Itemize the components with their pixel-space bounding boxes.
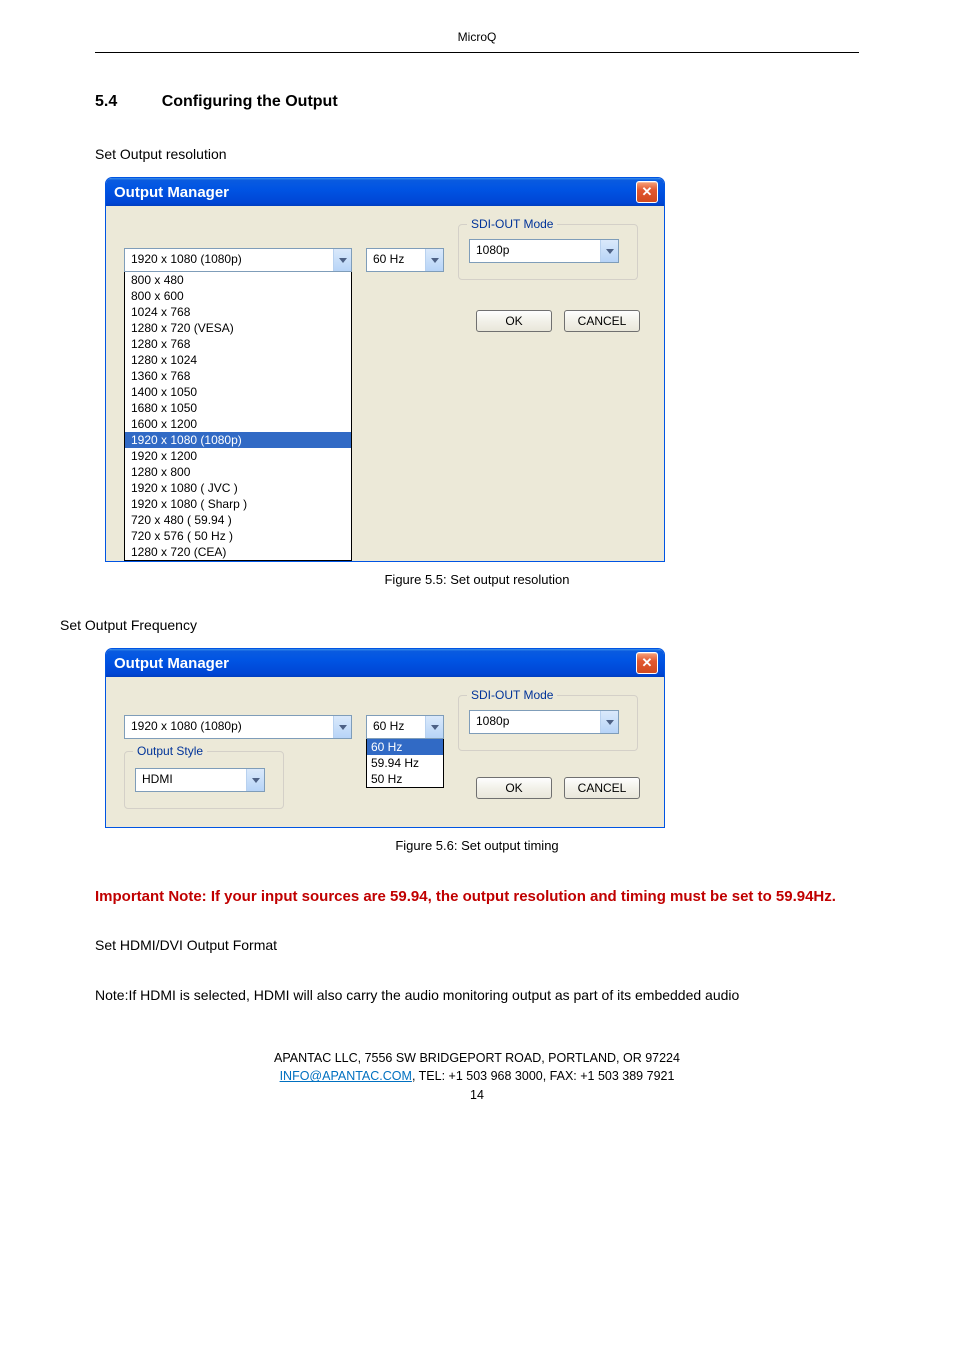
resolution-option[interactable]: 800 x 600 — [125, 288, 351, 304]
resolution-combo[interactable]: 1920 x 1080 (1080p) — [124, 715, 352, 739]
set-resolution-text: Set Output resolution — [95, 146, 859, 162]
cancel-button[interactable]: CANCEL — [564, 777, 640, 799]
frequency-value: 60 Hz — [367, 249, 425, 271]
chevron-down-icon — [600, 711, 618, 733]
chevron-down-icon — [246, 769, 264, 791]
chevron-down-icon — [333, 249, 351, 271]
footer-contact: , TEL: +1 503 968 3000, FAX: +1 503 389 … — [412, 1069, 674, 1083]
close-button[interactable]: ✕ — [636, 181, 658, 203]
resolution-option[interactable]: 1920 x 1080 ( JVC ) — [125, 480, 351, 496]
sdi-out-label: SDI-OUT Mode — [467, 688, 557, 702]
sdi-mode-value: 1080p — [470, 711, 600, 733]
close-icon: ✕ — [642, 655, 653, 671]
resolution-option[interactable]: 1600 x 1200 — [125, 416, 351, 432]
resolution-option[interactable]: 1280 x 768 — [125, 336, 351, 352]
output-style-label: Output Style — [133, 744, 207, 758]
chevron-down-icon — [600, 240, 618, 262]
page-number: 14 — [95, 1086, 859, 1105]
sdi-out-fieldset: SDI-OUT Mode 1080p — [458, 224, 638, 280]
output-style-fieldset: Output Style HDMI — [124, 751, 284, 809]
section-heading: 5.4 Configuring the Output — [95, 93, 859, 111]
important-note: Important Note: If your input sources ar… — [95, 883, 859, 912]
dialog-title: Output Manager — [114, 655, 229, 672]
sdi-mode-combo[interactable]: 1080p — [469, 710, 619, 734]
chevron-down-icon — [425, 249, 443, 271]
resolution-option[interactable]: 1920 x 1080 ( Sharp ) — [125, 496, 351, 512]
sdi-mode-combo[interactable]: 1080p — [469, 239, 619, 263]
resolution-value: 1920 x 1080 (1080p) — [125, 716, 333, 738]
cancel-button[interactable]: CANCEL — [564, 310, 640, 332]
output-manager-dialog-2: Output Manager ✕ 1920 x 1080 (1080p) Out… — [105, 648, 665, 828]
resolution-option[interactable]: 1400 x 1050 — [125, 384, 351, 400]
set-frequency-text: Set Output Frequency — [60, 617, 859, 633]
output-style-combo[interactable]: HDMI — [135, 768, 265, 792]
frequency-combo[interactable]: 60 Hz — [366, 248, 444, 272]
close-button[interactable]: ✕ — [636, 652, 658, 674]
section-title: Configuring the Output — [162, 93, 338, 110]
resolution-combo[interactable]: 1920 x 1080 (1080p) — [124, 248, 352, 272]
frequency-combo[interactable]: 60 Hz — [366, 715, 444, 739]
resolution-option[interactable]: 1024 x 768 — [125, 304, 351, 320]
footer-email-link[interactable]: INFO@APANTAC.COM — [280, 1069, 412, 1083]
dialog-titlebar: Output Manager ✕ — [106, 178, 664, 206]
resolution-listbox[interactable]: 800 x 480800 x 6001024 x 7681280 x 720 (… — [124, 272, 352, 561]
section-number: 5.4 — [95, 93, 117, 110]
ok-button[interactable]: OK — [476, 777, 552, 799]
frequency-listbox[interactable]: 60 Hz59.94 Hz50 Hz — [366, 739, 444, 788]
resolution-option[interactable]: 720 x 480 ( 59.94 ) — [125, 512, 351, 528]
frequency-option[interactable]: 59.94 Hz — [367, 755, 443, 771]
resolution-option[interactable]: 1920 x 1200 — [125, 448, 351, 464]
page-header: MicroQ — [95, 30, 859, 53]
sdi-mode-value: 1080p — [470, 240, 600, 262]
sdi-out-label: SDI-OUT Mode — [467, 217, 557, 231]
note-hdmi-text: Note:If HDMI is selected, HDMI will also… — [95, 981, 859, 1009]
resolution-option[interactable]: 720 x 576 ( 50 Hz ) — [125, 528, 351, 544]
frequency-option[interactable]: 50 Hz — [367, 771, 443, 787]
resolution-option[interactable]: 1680 x 1050 — [125, 400, 351, 416]
dialog-titlebar: Output Manager ✕ — [106, 649, 664, 677]
resolution-option[interactable]: 1920 x 1080 (1080p) — [125, 432, 351, 448]
output-manager-dialog-1: Output Manager ✕ 1920 x 1080 (1080p) 800… — [105, 177, 665, 562]
sdi-out-fieldset: SDI-OUT Mode 1080p — [458, 695, 638, 751]
frequency-option[interactable]: 60 Hz — [367, 739, 443, 755]
close-icon: ✕ — [642, 184, 653, 200]
resolution-option[interactable]: 1280 x 720 (VESA) — [125, 320, 351, 336]
footer-address: APANTAC LLC, 7556 SW BRIDGEPORT ROAD, PO… — [95, 1049, 859, 1068]
set-hdmi-text: Set HDMI/DVI Output Format — [95, 937, 859, 953]
resolution-option[interactable]: 1280 x 1024 — [125, 352, 351, 368]
product-name: MicroQ — [458, 30, 497, 44]
resolution-value: 1920 x 1080 (1080p) — [125, 249, 333, 271]
chevron-down-icon — [333, 716, 351, 738]
resolution-option[interactable]: 1360 x 768 — [125, 368, 351, 384]
resolution-option[interactable]: 1280 x 720 (CEA) — [125, 544, 351, 560]
output-style-value: HDMI — [136, 769, 246, 791]
frequency-value: 60 Hz — [367, 716, 425, 738]
ok-button[interactable]: OK — [476, 310, 552, 332]
page-footer: APANTAC LLC, 7556 SW BRIDGEPORT ROAD, PO… — [95, 1049, 859, 1105]
resolution-option[interactable]: 1280 x 800 — [125, 464, 351, 480]
chevron-down-icon — [425, 716, 443, 738]
resolution-option[interactable]: 800 x 480 — [125, 272, 351, 288]
figure-caption-1: Figure 5.5: Set output resolution — [95, 572, 859, 587]
dialog-title: Output Manager — [114, 184, 229, 201]
figure-caption-2: Figure 5.6: Set output timing — [95, 838, 859, 853]
